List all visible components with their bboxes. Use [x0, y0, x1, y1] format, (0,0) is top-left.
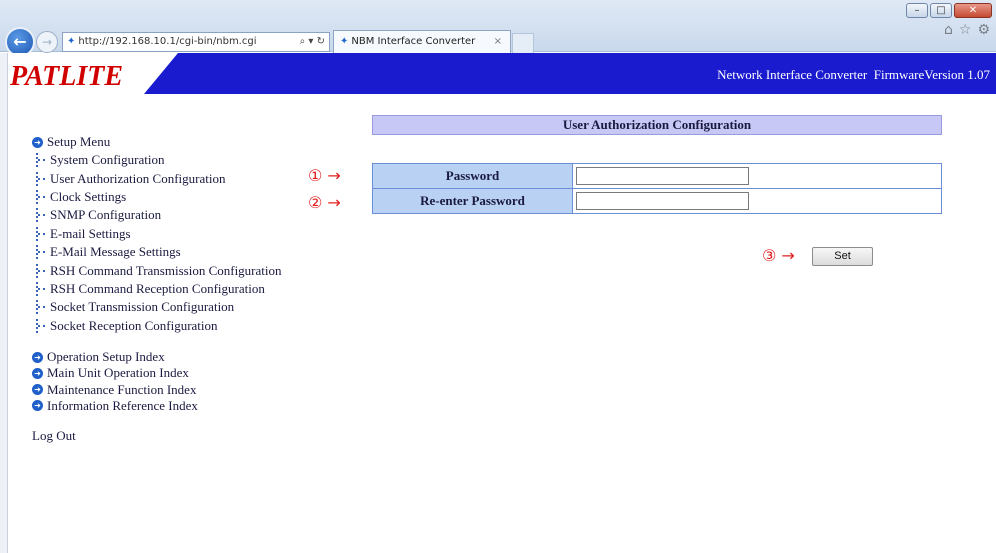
tab-close-icon[interactable]: × — [494, 31, 502, 53]
tree-branch-icon — [34, 189, 48, 204]
setup-menu-label: Setup Menu — [47, 134, 111, 149]
browser-chrome: – □ ✕ ← → ✦ http://192.168.10.1/cgi-bin/n… — [0, 0, 996, 57]
left-frame-edge — [0, 53, 8, 553]
password-label: Password — [372, 163, 573, 189]
reenter-password-label: Re-enter Password — [372, 188, 573, 214]
information-reference-index-link[interactable]: ➜ Information Reference Index — [32, 398, 312, 414]
tab-title: NBM Interface Converter — [351, 36, 476, 47]
reenter-password-row: Re-enter Password — [372, 188, 942, 214]
set-button[interactable]: Set — [812, 247, 873, 266]
header-info: Network Interface Converter FirmwareVers… — [717, 67, 990, 83]
index-label: Information Reference Index — [47, 397, 198, 413]
page-title: User Authorization Configuration — [372, 115, 942, 135]
star-icon[interactable]: ☆ — [959, 22, 972, 38]
tree-branch-icon — [34, 245, 48, 260]
setup-submenu: System Configuration User Authorization … — [34, 151, 312, 335]
sidebar-item-email-message[interactable]: E-Mail Message Settings — [34, 243, 312, 261]
sidebar-item-label: E-mail Settings — [50, 225, 131, 241]
password-row: Password — [372, 163, 942, 189]
sidebar-item-label: SNMP Configuration — [50, 207, 162, 223]
sidebar-item-socket-reception[interactable]: Socket Reception Configuration — [34, 317, 312, 335]
arrow-circle-icon: ➜ — [32, 384, 43, 396]
back-arrow-icon: ← — [13, 32, 27, 51]
index-links: ➜ Operation Setup Index ➜ Main Unit Operat… — [32, 349, 312, 414]
forward-arrow-icon: → — [41, 35, 53, 49]
sidebar-item-label: Clock Settings — [50, 188, 127, 204]
sidebar-item-label: E-Mail Message Settings — [50, 244, 181, 260]
sidebar-item-label: Socket Transmission Configuration — [50, 299, 235, 315]
address-text: http://192.168.10.1/cgi-bin/nbm.cgi — [78, 36, 257, 47]
patlite-logo: PATLITE — [10, 61, 124, 92]
sidebar-item-label: Socket Reception Configuration — [50, 317, 218, 333]
sidebar-item-label: User Authorization Configuration — [50, 170, 226, 186]
home-icon[interactable]: ⌂ — [944, 22, 953, 38]
reenter-password-cell — [572, 188, 942, 214]
site-icon: ✦ — [67, 36, 76, 47]
sidebar-item-socket-transmission[interactable]: Socket Transmission Configuration — [34, 298, 312, 316]
tree-branch-icon — [34, 318, 48, 333]
sidebar-item-system-configuration[interactable]: System Configuration — [34, 151, 312, 169]
index-label: Operation Setup Index — [47, 349, 165, 365]
annotation-3: ③ → — [762, 246, 795, 265]
tree-branch-icon — [34, 226, 48, 241]
index-label: Maintenance Function Index — [47, 381, 197, 397]
close-window-button[interactable]: ✕ — [954, 3, 992, 18]
arrow-circle-icon: ➜ — [32, 136, 43, 148]
gear-icon[interactable]: ⚙ — [977, 22, 990, 38]
sidebar-item-label: RSH Command Reception Configuration — [50, 280, 265, 296]
sidebar-item-rsh-reception[interactable]: RSH Command Reception Configuration — [34, 280, 312, 298]
window-controls: – □ ✕ — [906, 3, 992, 18]
password-cell — [572, 163, 942, 189]
password-form: Password Re-enter Password — [372, 163, 942, 214]
forward-button[interactable]: → — [36, 31, 58, 53]
password-input[interactable] — [576, 167, 749, 185]
page-header: PATLITE Network Interface Converter Firm… — [8, 53, 996, 94]
index-label: Main Unit Operation Index — [47, 365, 189, 381]
product-name: Network Interface Converter — [717, 67, 868, 82]
arrow-circle-icon: ➜ — [32, 351, 43, 363]
tree-branch-icon — [34, 300, 48, 315]
tree-branch-icon — [34, 171, 48, 186]
annotation-1: ① → — [308, 166, 341, 185]
tab-site-icon: ✦ — [340, 36, 349, 47]
main-unit-operation-index-link[interactable]: ➜ Main Unit Operation Index — [32, 365, 312, 381]
arrow-circle-icon: ➜ — [32, 400, 43, 412]
address-bar[interactable]: ✦ http://192.168.10.1/cgi-bin/nbm.cgi ⌕ ▾… — [62, 32, 330, 52]
sidebar-item-email-settings[interactable]: E-mail Settings — [34, 225, 312, 243]
sidebar-item-snmp[interactable]: SNMP Configuration — [34, 206, 312, 224]
operation-setup-index-link[interactable]: ➜ Operation Setup Index — [32, 349, 312, 365]
new-tab-button[interactable] — [512, 33, 534, 53]
address-tools[interactable]: ⌕ ▾ ↻ — [300, 33, 325, 51]
sidebar-item-clock-settings[interactable]: Clock Settings — [34, 188, 312, 206]
tree-branch-icon — [34, 281, 48, 296]
logo-area: PATLITE — [8, 53, 178, 94]
maximize-button[interactable]: □ — [930, 3, 952, 18]
arrow-circle-icon: ➜ — [32, 367, 43, 379]
sidebar-item-user-authorization[interactable]: User Authorization Configuration — [34, 169, 312, 187]
firmware-version: FirmwareVersion 1.07 — [873, 67, 990, 82]
tree-branch-icon — [34, 208, 48, 223]
sidebar-item-label: RSH Command Transmission Configuration — [50, 262, 282, 278]
tree-branch-icon — [34, 153, 48, 168]
browser-tab[interactable]: ✦ NBM Interface Converter × — [333, 30, 511, 53]
minimize-button[interactable]: – — [906, 3, 928, 18]
reenter-password-input[interactable] — [576, 192, 749, 210]
tree-branch-icon — [34, 263, 48, 278]
sidebar-item-rsh-transmission[interactable]: RSH Command Transmission Configuration — [34, 261, 312, 279]
logout-link[interactable]: Log Out — [32, 428, 312, 444]
maintenance-function-index-link[interactable]: ➜ Maintenance Function Index — [32, 382, 312, 398]
sidebar: ➜ Setup Menu System Configuration User A… — [32, 133, 312, 444]
sidebar-item-label: System Configuration — [50, 152, 165, 168]
annotation-2: ② → — [308, 193, 341, 212]
setup-menu-link[interactable]: ➜ Setup Menu — [32, 133, 312, 151]
toolbar-icons: ⌂ ☆ ⚙ — [944, 22, 990, 38]
